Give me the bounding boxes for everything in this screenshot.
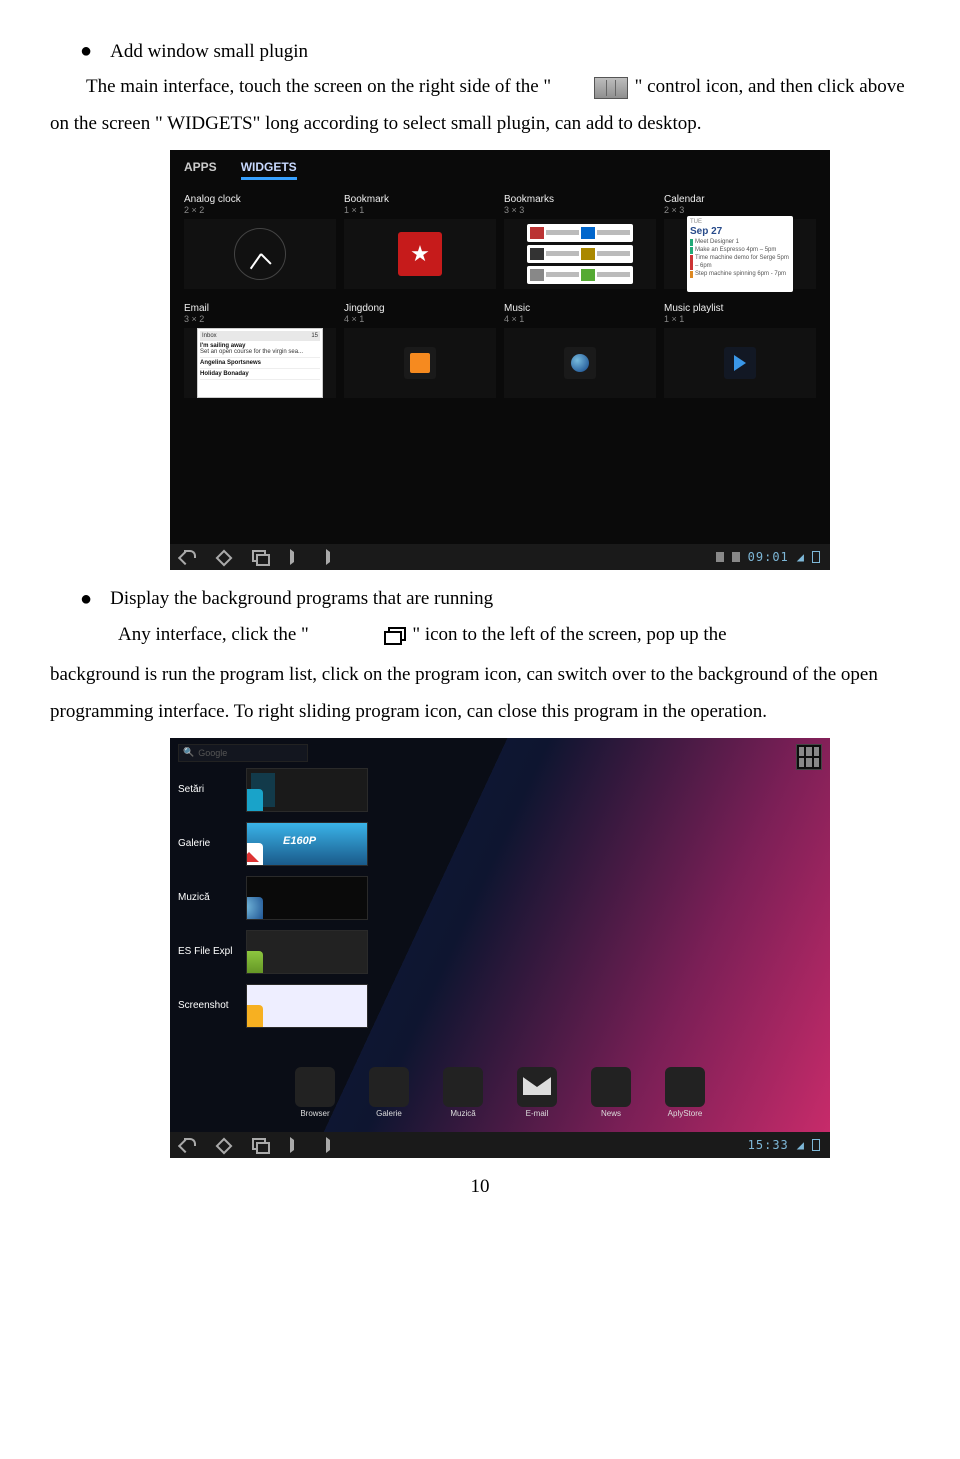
- volume-down-icon[interactable]: [290, 549, 304, 565]
- dock-browser[interactable]: Browser: [288, 1067, 342, 1118]
- star-icon: ★: [344, 219, 496, 289]
- section1-title: Add window small plugin: [110, 41, 308, 63]
- widget-bookmark[interactable]: Bookmark 1 × 1 ★: [344, 194, 496, 289]
- widget-jingdong[interactable]: Jingdong 4 × 1: [344, 303, 496, 398]
- search-bar[interactable]: 🔍 Google: [178, 744, 308, 762]
- section2-title: Display the background programs that are…: [110, 588, 493, 610]
- calendar-preview: TUE Sep 27 Meet Designer 1 Make an Espre…: [664, 219, 816, 289]
- section1-paragraph: The main interface, touch the screen on …: [50, 69, 910, 142]
- section2-text-b: " icon to the left of the screen, pop up…: [412, 624, 726, 645]
- recent-item-screenshot[interactable]: Screenshot: [178, 984, 388, 1028]
- nav-back-icon[interactable]: [180, 1138, 196, 1152]
- music-icon: [246, 897, 263, 920]
- search-placeholder: Google: [198, 748, 227, 758]
- bullet-icon: ●: [80, 588, 92, 611]
- thumb-screenshot: [246, 984, 368, 1028]
- dock-email[interactable]: E-mail: [510, 1067, 564, 1118]
- recent-apps-list: Setări Galerie E160P Muzică ES File Expl…: [178, 768, 388, 1068]
- recent-apps-icon: [316, 617, 406, 653]
- usb-icon: [716, 552, 724, 562]
- music-icon: [504, 328, 656, 398]
- widget-music-playlist[interactable]: Music playlist 1 × 1: [664, 303, 816, 398]
- email-preview: Inbox15 I'm sailing awaySet an open cour…: [184, 328, 336, 398]
- nav-home-icon[interactable]: [216, 549, 233, 566]
- nav-home-icon[interactable]: [216, 1137, 233, 1154]
- nav-recent-icon[interactable]: [252, 1138, 268, 1152]
- nav-recent-icon[interactable]: [252, 550, 268, 564]
- section1-text-a: The main interface, touch the screen on …: [86, 76, 551, 97]
- volume-up-icon[interactable]: [326, 549, 340, 565]
- settings-icon: [246, 789, 263, 812]
- widget-email[interactable]: Email 3 × 2 Inbox15 I'm sailing awaySet …: [184, 303, 336, 398]
- news-icon: [591, 1067, 631, 1107]
- dock-news[interactable]: News: [584, 1067, 638, 1118]
- wifi-icon: ◢: [797, 550, 804, 564]
- battery-icon: [812, 551, 820, 563]
- screenshot-icon: [246, 1005, 263, 1028]
- widgets-grid: Analog clock 2 × 2 Bookmark 1 × 1 ★ Book…: [170, 190, 830, 402]
- tabs-bar: APPS WIDGETS: [170, 150, 830, 190]
- widget-bookmarks[interactable]: Bookmarks 3 × 3: [504, 194, 656, 289]
- apps-grid-icon: [558, 70, 628, 106]
- system-bar: 09:01 ◢: [170, 544, 830, 570]
- widget-analog-clock[interactable]: Analog clock 2 × 2: [184, 194, 336, 289]
- music-icon: [443, 1067, 483, 1107]
- browser-icon: [295, 1067, 335, 1107]
- gallery-icon: [246, 843, 263, 866]
- tab-widgets[interactable]: WIDGETS: [241, 160, 297, 180]
- section2-text-a: Any interface, click the ": [118, 624, 309, 645]
- thumb-esfile: [246, 930, 368, 974]
- screenshot-recents: 🔍 Google Setări Galerie E160P Muzică ES …: [170, 738, 830, 1158]
- clock-icon: [184, 219, 336, 289]
- thumb-music: [246, 876, 368, 920]
- system-bar: 15:33 ◢: [170, 1132, 830, 1158]
- store-icon: [665, 1067, 705, 1107]
- thumb-settings: [246, 768, 368, 812]
- bookmarks-preview: [504, 219, 656, 289]
- section2-paragraph: background is run the program list, clic…: [50, 657, 910, 729]
- wifi-icon: ◢: [797, 1138, 804, 1152]
- dock: Browser Galerie Muzică E-mail News AplyS…: [170, 1056, 830, 1130]
- recent-item-settings[interactable]: Setări: [178, 768, 388, 812]
- gallery-icon: [369, 1067, 409, 1107]
- recent-item-esfile[interactable]: ES File Expl: [178, 930, 388, 974]
- jingdong-icon: [344, 328, 496, 398]
- widget-calendar[interactable]: Calendar 2 × 3 TUE Sep 27 Meet Designer …: [664, 194, 816, 289]
- widget-music[interactable]: Music 4 × 1: [504, 303, 656, 398]
- volume-down-icon[interactable]: [290, 1137, 304, 1153]
- apps-drawer-button[interactable]: [796, 744, 822, 770]
- play-icon: [664, 328, 816, 398]
- page-number: 10: [50, 1176, 910, 1198]
- nav-back-icon[interactable]: [180, 550, 196, 564]
- recent-item-gallery[interactable]: Galerie E160P: [178, 822, 388, 866]
- search-icon: 🔍: [183, 747, 194, 758]
- status-clock: 09:01: [748, 550, 789, 564]
- dock-gallery[interactable]: Galerie: [362, 1067, 416, 1118]
- dock-music[interactable]: Muzică: [436, 1067, 490, 1118]
- section2-line1: Any interface, click the " " icon to the…: [50, 617, 910, 654]
- battery-icon: [812, 1139, 820, 1151]
- email-icon: [517, 1067, 557, 1107]
- section1-heading: ● Add window small plugin: [50, 40, 910, 63]
- volume-up-icon[interactable]: [326, 1137, 340, 1153]
- recent-item-music[interactable]: Muzică: [178, 876, 388, 920]
- section2-heading: ● Display the background programs that a…: [50, 588, 910, 611]
- status-clock: 15:33: [748, 1138, 789, 1152]
- dock-aplystore[interactable]: AplyStore: [658, 1067, 712, 1118]
- thumb-gallery: E160P: [246, 822, 368, 866]
- esfile-icon: [246, 951, 263, 974]
- bullet-icon: ●: [80, 40, 92, 63]
- debug-icon: [732, 552, 740, 562]
- tab-apps[interactable]: APPS: [184, 160, 217, 180]
- screenshot-widgets: APPS WIDGETS Analog clock 2 × 2 Bookmark…: [170, 150, 830, 570]
